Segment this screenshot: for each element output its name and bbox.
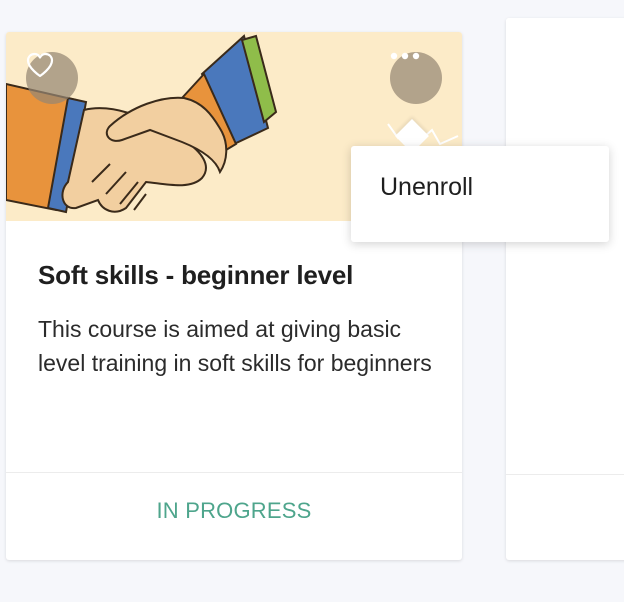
course-options-menu: Unenroll [351, 146, 609, 242]
menu-item-unenroll[interactable]: Unenroll [351, 146, 609, 228]
more-options-button[interactable] [390, 52, 442, 104]
course-status-label: IN PROGRESS [156, 498, 312, 523]
heart-outline-icon [26, 52, 54, 78]
course-card[interactable]: Soft skills - beginner level This course… [6, 32, 462, 560]
course-description: This course is aimed at giving basic lev… [38, 316, 432, 376]
card-divider [6, 472, 462, 473]
course-grid: Soft skills - beginner level This course… [0, 0, 624, 602]
next-course-card[interactable] [506, 18, 624, 560]
card-divider [506, 474, 624, 475]
favorite-button[interactable] [26, 52, 78, 104]
course-title[interactable]: Soft skills - beginner level [38, 260, 353, 291]
more-horizontal-icon [390, 52, 420, 60]
